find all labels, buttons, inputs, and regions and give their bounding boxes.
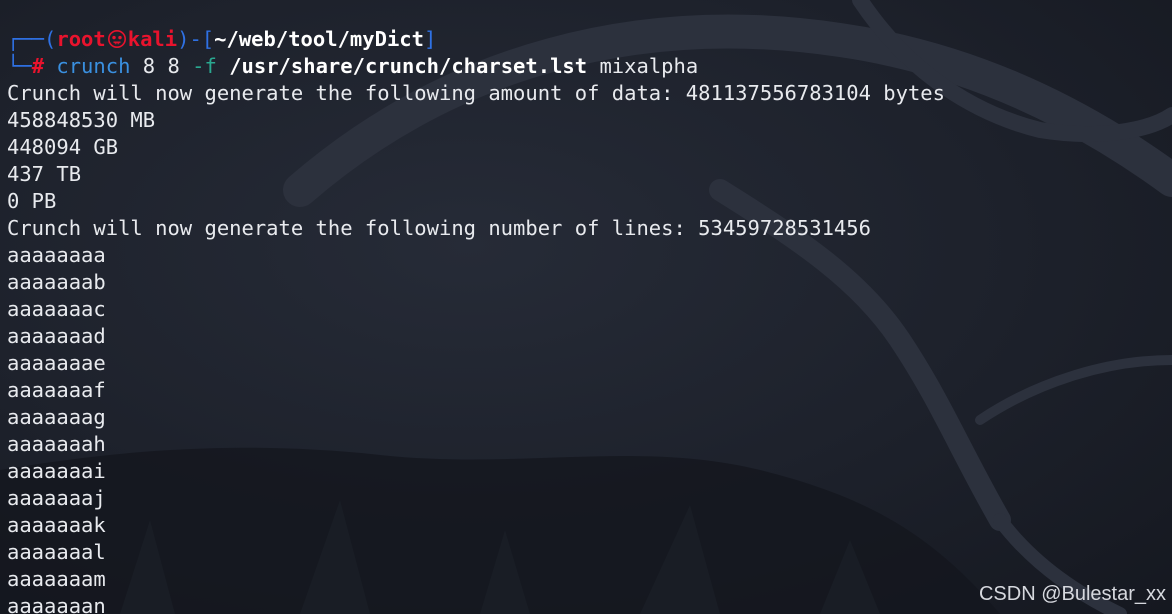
command-charset-name: mixalpha xyxy=(599,54,699,78)
output-line: aaaaaaai xyxy=(7,459,106,483)
command-charset-path: /usr/share/crunch/charset.lst xyxy=(229,54,588,78)
prompt-dir-close: ] xyxy=(423,27,437,51)
output-line: aaaaaaah xyxy=(7,432,106,456)
output-line: aaaaaaaj xyxy=(7,486,106,510)
prompt-user: root xyxy=(56,27,106,51)
output-line: 448094 GB xyxy=(7,135,119,159)
output-line: 458848530 MB xyxy=(7,108,156,132)
output-line: aaaaaaal xyxy=(7,540,106,564)
prompt-cwd: ~/web/tool/myDict xyxy=(214,27,424,51)
output-line: Crunch will now generate the following n… xyxy=(7,216,871,240)
output-line: Crunch will now generate the following a… xyxy=(7,81,945,105)
output-line: aaaaaaak xyxy=(7,513,106,537)
skull-icon xyxy=(107,30,126,48)
terminal-output: ┌──(root kali)-[~/web/tool/myDict] └─# cr… xyxy=(7,26,1172,614)
csdn-watermark: CSDN @Bulestar_xx xyxy=(978,583,1166,605)
output-line: aaaaaaab xyxy=(7,270,106,294)
output-line: aaaaaaaf xyxy=(7,378,106,402)
command-args: 8 8 xyxy=(142,54,180,78)
prompt-corner-top: ┌──( xyxy=(7,27,57,51)
command-flag: -f xyxy=(192,54,217,78)
output-line: aaaaaaag xyxy=(7,405,106,429)
output-line: aaaaaaad xyxy=(7,324,106,348)
prompt-hash: # xyxy=(31,54,45,78)
terminal-window[interactable]: ┌──(root kali)-[~/web/tool/myDict] └─# cr… xyxy=(0,0,1172,614)
output-line: aaaaaaaa xyxy=(7,243,106,267)
output-line: 437 TB xyxy=(7,162,82,186)
output-line: aaaaaaac xyxy=(7,297,106,321)
command-line[interactable]: └─# crunch 8 8 -f /usr/share/crunch/char… xyxy=(7,53,1172,80)
command-name: crunch xyxy=(56,54,131,78)
output-line: aaaaaaae xyxy=(7,351,106,375)
prompt-header-line: ┌──(root kali)-[~/web/tool/myDict] xyxy=(7,26,1172,53)
prompt-dir-open: )-[ xyxy=(177,27,215,51)
prompt-host: kali xyxy=(127,27,178,51)
output-line: 0 PB xyxy=(7,189,57,213)
prompt-corner-bottom: └─ xyxy=(7,54,32,78)
